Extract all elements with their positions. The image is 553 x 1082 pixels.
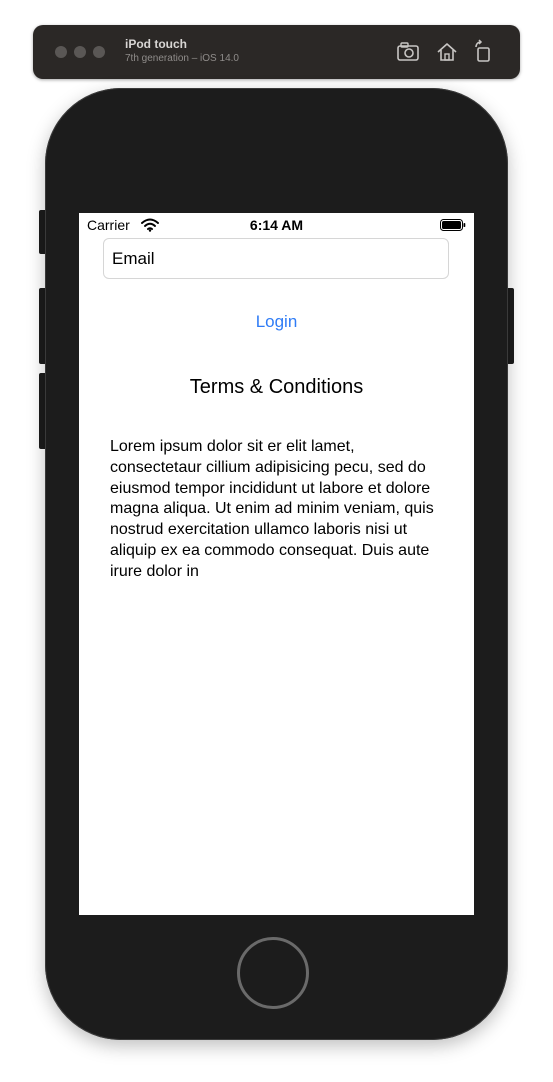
screenshot-icon[interactable] [395,39,421,65]
home-icon[interactable] [434,39,460,65]
simulator-device-subtitle: 7th generation – iOS 14.0 [125,53,239,64]
home-button[interactable] [237,937,309,1009]
minimize-window-button[interactable] [74,46,86,58]
device-screen: Carrier 6:14 AM Login Terms & Conditions… [79,213,474,915]
login-button[interactable]: Login [79,312,474,332]
close-window-button[interactable] [55,46,67,58]
simulator-title-bar: iPod touch 7th generation – iOS 14.0 [33,25,520,79]
simulator-device-name: iPod touch [125,37,187,51]
rotate-icon[interactable] [470,39,496,65]
email-field[interactable] [103,238,449,279]
zoom-window-button[interactable] [93,46,105,58]
terms-title: Terms & Conditions [189,376,364,398]
terms-body-text: Lorem ipsum dolor sit er elit lamet, con… [110,438,434,580]
status-bar: Carrier 6:14 AM [79,213,474,237]
status-time: 6:14 AM [249,217,304,233]
battery-icon [440,219,466,231]
